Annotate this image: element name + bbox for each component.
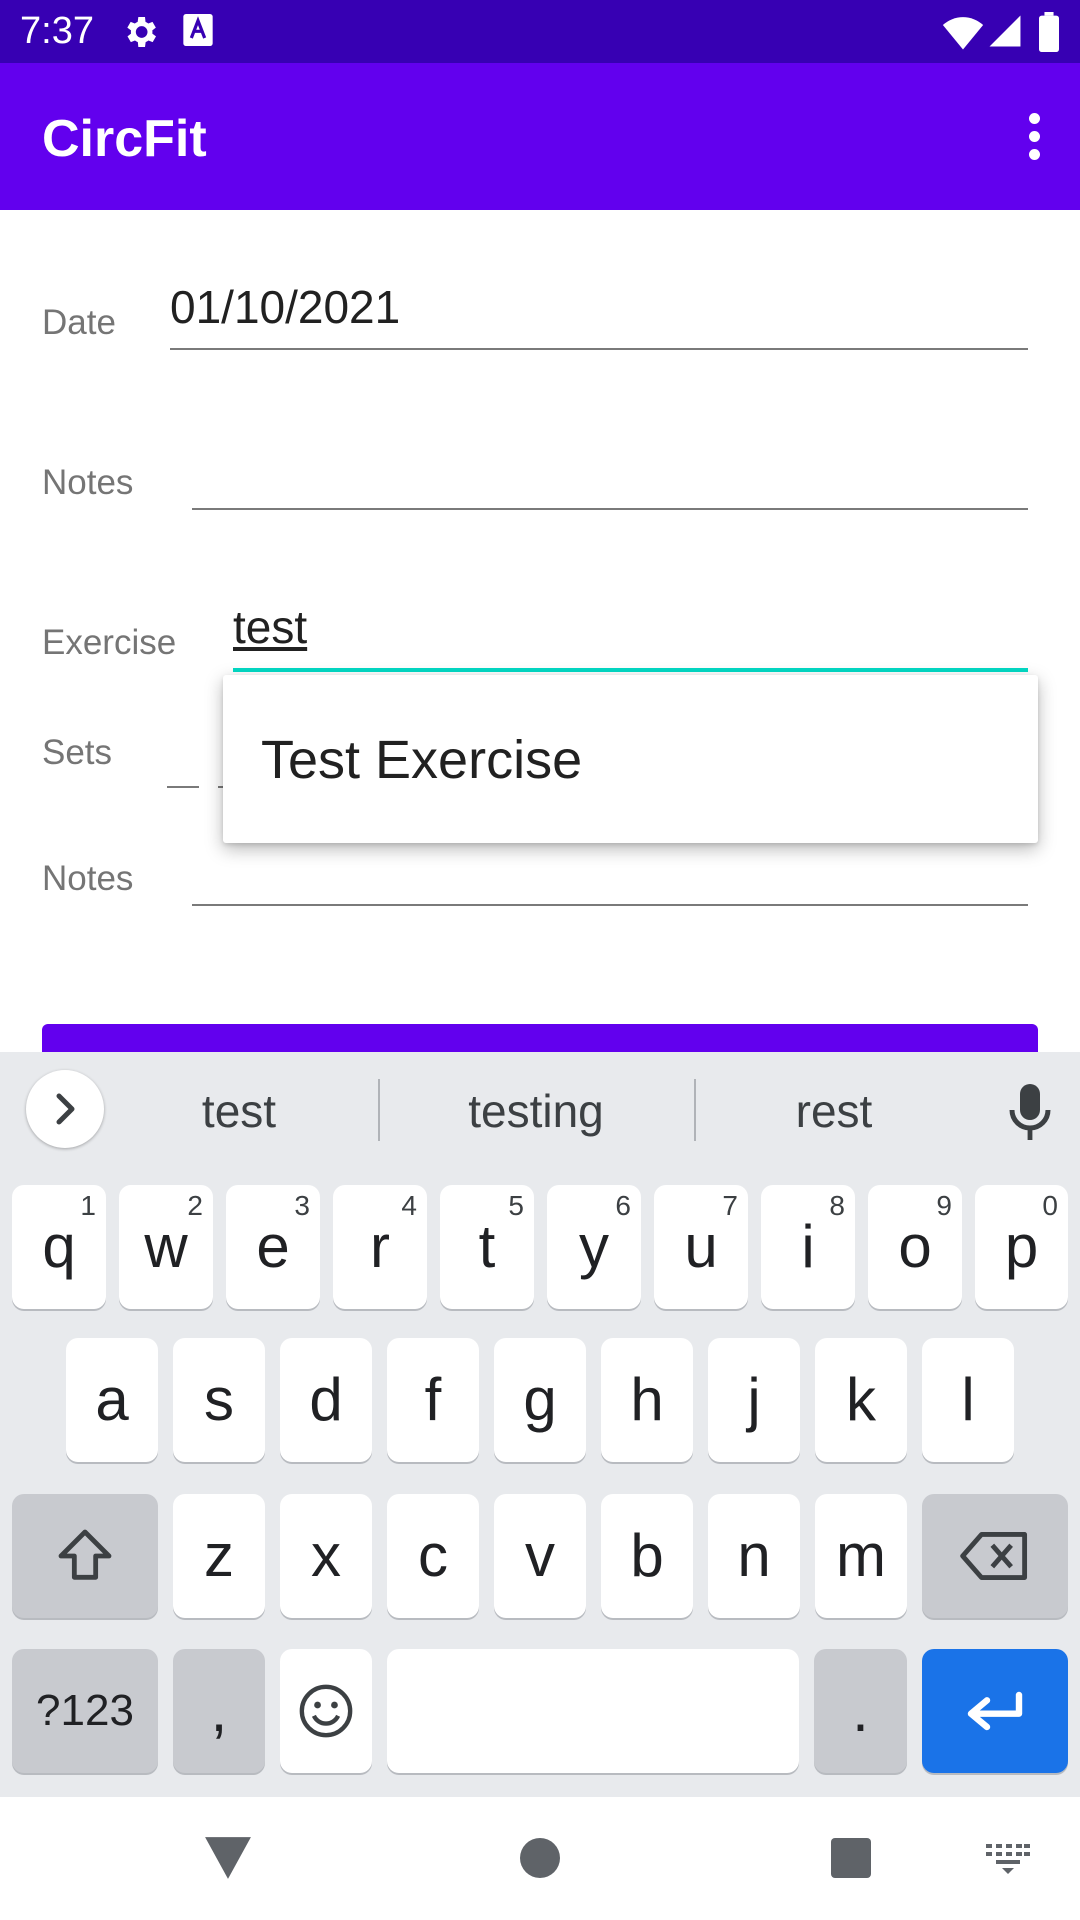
key-y[interactable]: y6 (547, 1185, 641, 1309)
key-b[interactable]: b (601, 1494, 693, 1618)
key-u-num: 7 (722, 1190, 738, 1221)
key-k[interactable]: k (815, 1338, 907, 1462)
suggestion-bar: test testing rest (0, 1052, 1080, 1172)
battery-icon (1039, 12, 1059, 52)
key-o-label: o (898, 1213, 932, 1280)
symbols-key[interactable]: ?123 (12, 1649, 158, 1773)
autocomplete-dropdown: Test Exercise (223, 675, 1038, 843)
key-e-num: 3 (294, 1190, 310, 1221)
soft-keyboard: test testing rest q1 w2 e3 r4 t5 y6 u7 i… (0, 1052, 1080, 1797)
comma-key[interactable]: , (173, 1649, 265, 1773)
key-z[interactable]: z (173, 1494, 265, 1618)
key-v[interactable]: v (494, 1494, 586, 1618)
key-t[interactable]: t5 (440, 1185, 534, 1309)
key-n[interactable]: n (708, 1494, 800, 1618)
key-x[interactable]: x (280, 1494, 372, 1618)
a11y-a-icon (183, 14, 213, 46)
key-s[interactable]: s (173, 1338, 265, 1462)
suggestion-3[interactable]: rest (684, 1084, 984, 1138)
wifi-icon (942, 17, 984, 50)
microphone-icon[interactable] (1005, 1082, 1055, 1142)
key-r-label: r (370, 1213, 390, 1280)
shift-icon (58, 1529, 112, 1580)
key-l[interactable]: l (922, 1338, 1014, 1462)
suggestion-2[interactable]: testing (386, 1084, 686, 1138)
signal-icon (989, 15, 1021, 47)
key-i[interactable]: i8 (761, 1185, 855, 1309)
key-o[interactable]: o9 (868, 1185, 962, 1309)
status-time: 7:37 (20, 10, 94, 52)
key-m[interactable]: m (815, 1494, 907, 1618)
shift-key[interactable] (12, 1494, 158, 1618)
date-value: 01/10/2021 (170, 281, 401, 333)
more-vert-icon[interactable] (1014, 107, 1054, 167)
key-q-num: 1 (80, 1190, 96, 1221)
dropdown-item-test-exercise[interactable]: Test Exercise (261, 729, 582, 791)
exercise-label: Exercise (42, 623, 177, 662)
app-bar: CircFit (0, 63, 1080, 210)
key-r-num: 4 (401, 1190, 417, 1221)
date-label: Date (42, 303, 116, 342)
key-t-label: t (478, 1213, 496, 1280)
key-o-num: 9 (936, 1190, 952, 1221)
exercise-input[interactable]: test (233, 590, 1028, 672)
key-q-label: q (42, 1213, 76, 1280)
key-q[interactable]: q1 (12, 1185, 106, 1309)
key-a[interactable]: a (66, 1338, 158, 1462)
back-icon[interactable] (203, 1835, 253, 1881)
notes-label: Notes (42, 463, 134, 502)
backspace-icon (960, 1532, 1028, 1580)
key-c[interactable]: c (387, 1494, 479, 1618)
space-key[interactable] (387, 1649, 799, 1773)
key-p[interactable]: p0 (975, 1185, 1068, 1309)
recents-icon[interactable] (831, 1838, 871, 1878)
key-e[interactable]: e3 (226, 1185, 320, 1309)
sets-label: Sets (42, 733, 113, 772)
key-j[interactable]: j (708, 1338, 800, 1462)
exercise-value: test (233, 601, 308, 653)
key-u[interactable]: u7 (654, 1185, 748, 1309)
app-title: CircFit (42, 110, 207, 168)
suggestion-divider (378, 1079, 380, 1141)
notes-field[interactable] (192, 430, 1028, 510)
suggestion-1[interactable]: test (89, 1084, 389, 1138)
period-key[interactable]: . (814, 1649, 907, 1773)
keyboard-switch-icon[interactable] (986, 1844, 1030, 1874)
sets-field[interactable] (167, 786, 199, 788)
key-i-label: i (801, 1213, 815, 1280)
exercise-notes-label: Notes (42, 859, 134, 898)
navigation-bar (0, 1797, 1080, 1920)
gear-icon (127, 17, 156, 47)
key-w[interactable]: w2 (119, 1185, 213, 1309)
key-y-num: 6 (615, 1190, 631, 1221)
emoji-icon (299, 1684, 353, 1738)
key-y-label: y (579, 1213, 609, 1280)
key-w-label: w (144, 1213, 188, 1280)
home-icon[interactable] (520, 1838, 560, 1878)
key-p-num: 0 (1042, 1190, 1058, 1221)
key-u-label: u (684, 1213, 718, 1280)
submit-button[interactable] (42, 1024, 1038, 1054)
key-h[interactable]: h (601, 1338, 693, 1462)
key-f[interactable]: f (387, 1338, 479, 1462)
key-p-label: p (1004, 1213, 1039, 1280)
key-e-label: e (256, 1213, 290, 1280)
enter-icon (967, 1691, 1023, 1731)
enter-key[interactable] (922, 1649, 1068, 1773)
key-w-num: 2 (187, 1190, 203, 1221)
date-field[interactable]: 01/10/2021 (170, 270, 1028, 350)
backspace-key[interactable] (922, 1494, 1068, 1618)
emoji-key[interactable] (280, 1649, 372, 1773)
status-bar: 7:37 (0, 0, 1080, 63)
key-i-num: 8 (829, 1190, 845, 1221)
key-d[interactable]: d (280, 1338, 372, 1462)
key-r[interactable]: r4 (333, 1185, 427, 1309)
key-g[interactable]: g (494, 1338, 586, 1462)
key-t-num: 5 (508, 1190, 524, 1221)
